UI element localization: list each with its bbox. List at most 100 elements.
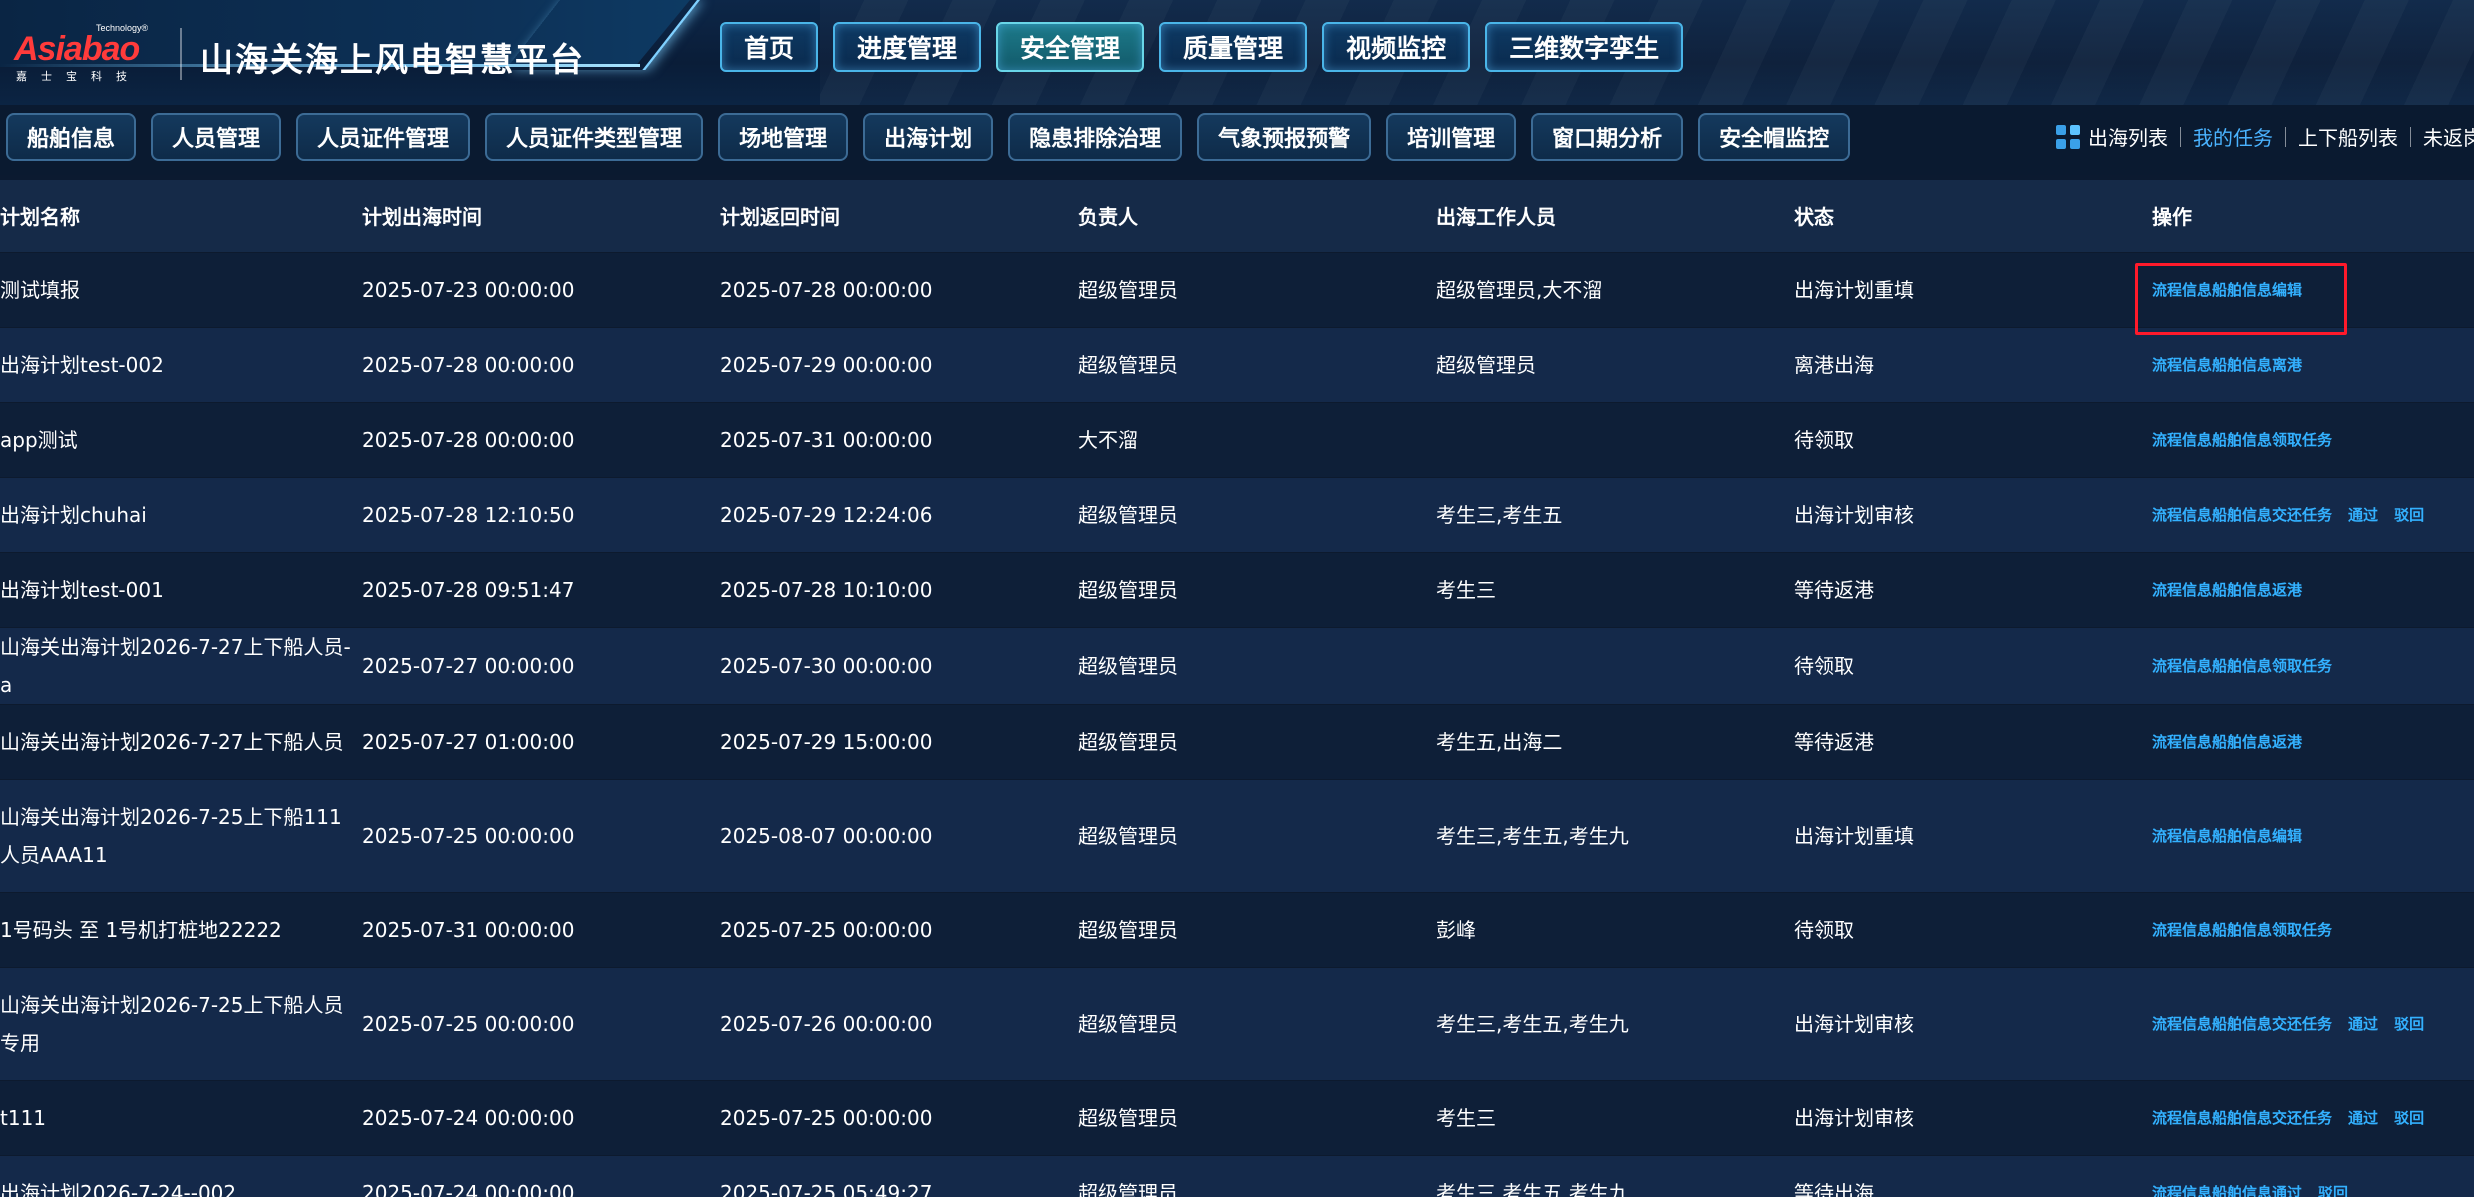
main-nav-home[interactable]: 首页 (720, 22, 819, 72)
cell-crew: 超级管理员,大不溜 (1436, 252, 1794, 327)
cell-plan-name-text: 出海计划chuhai (0, 502, 147, 527)
cell-return-time: 2025-08-07 00:00:00 (720, 779, 1078, 892)
action-link[interactable]: 船舶信息 (2212, 921, 2272, 939)
cell-actions: 流程信息船舶信息领取任务 (2152, 402, 2474, 477)
action-link[interactable]: 驳回 (2394, 1109, 2424, 1127)
sub-nav-certificate-types[interactable]: 人员证件类型管理 (485, 113, 704, 161)
sub-nav-certificates[interactable]: 人员证件管理 (296, 113, 471, 161)
sub-nav-helmet-monitor[interactable]: 安全帽监控 (1698, 113, 1851, 161)
cell-owner-text: 超级管理员 (1078, 1180, 1178, 1197)
cell-out-time-text: 2025-07-25 00:00:00 (362, 823, 575, 848)
action-link[interactable]: 编辑 (2272, 281, 2302, 299)
action-link[interactable]: 船舶信息 (2212, 657, 2272, 675)
link-boarding-list[interactable]: 上下船列表 (2286, 122, 2410, 151)
action-link[interactable]: 通过 (2348, 506, 2378, 524)
action-link[interactable]: 船舶信息 (2212, 827, 2272, 845)
link-my-tasks[interactable]: 我的任务 (2181, 122, 2285, 151)
action-link[interactable]: 领取任务 (2272, 431, 2332, 449)
cell-out-time: 2025-07-27 00:00:00 (362, 627, 720, 704)
action-link[interactable]: 交还任务 (2272, 1015, 2332, 1033)
action-link[interactable]: 流程信息 (2152, 581, 2212, 599)
sub-nav-weather[interactable]: 气象预报预警 (1197, 113, 1372, 161)
action-link[interactable]: 船舶信息 (2212, 1015, 2272, 1033)
action-link[interactable]: 船舶信息 (2212, 356, 2272, 374)
action-link[interactable]: 流程信息 (2152, 921, 2212, 939)
sub-nav-hazards[interactable]: 隐患排除治理 (1008, 113, 1183, 161)
grid-icon (2056, 124, 2080, 149)
cell-crew: 考生三,考生五 (1436, 477, 1794, 552)
action-link[interactable]: 领取任务 (2272, 921, 2332, 939)
table-row: 1号码头 至 1号机打桩地22222 2025-07-31 00:00:00 202… (0, 892, 2474, 967)
action-link[interactable]: 离港 (2272, 356, 2302, 374)
cell-return-time: 2025-07-25 00:00:00 (720, 1080, 1078, 1155)
cell-out-time: 2025-07-25 00:00:00 (362, 779, 720, 892)
sub-nav-sea-plans[interactable]: 出海计划 (863, 113, 994, 161)
cell-status-text: 离港出海 (1794, 352, 1874, 377)
main-nav-safety[interactable]: 安全管理 (996, 22, 1145, 72)
action-link[interactable]: 流程信息 (2152, 657, 2212, 675)
action-link[interactable]: 通过 (2348, 1015, 2378, 1033)
main-nav-progress[interactable]: 进度管理 (833, 22, 982, 72)
action-link[interactable]: 流程信息 (2152, 506, 2212, 524)
main-nav-quality[interactable]: 质量管理 (1159, 22, 1308, 72)
sub-nav-window-analysis[interactable]: 窗口期分析 (1531, 113, 1684, 161)
cell-crew (1436, 402, 1794, 477)
action-link[interactable]: 流程信息 (2152, 1109, 2212, 1127)
cell-return-time-text: 2025-07-25 05:49:27 (720, 1180, 933, 1197)
cell-return-time-text: 2025-08-07 00:00:00 (720, 823, 933, 848)
cell-crew-text: 超级管理员 (1436, 352, 1536, 377)
action-link[interactable]: 编辑 (2272, 827, 2302, 845)
action-link[interactable]: 返港 (2272, 733, 2302, 751)
main-nav-video[interactable]: 视频监控 (1322, 22, 1471, 72)
sea-plan-table-container: 计划名称 计划出海时间 计划返回时间 负责人 出海工作人员 状态 操作 测试填报… (0, 180, 2474, 1197)
action-link[interactable]: 驳回 (2318, 1184, 2348, 1197)
action-link[interactable]: 返港 (2272, 581, 2302, 599)
cell-status-text: 出海计划审核 (1794, 502, 1914, 527)
cell-actions: 流程信息船舶信息离港 (2152, 327, 2474, 402)
cell-plan-name: 1号码头 至 1号机打桩地22222 (0, 892, 362, 967)
action-link[interactable]: 流程信息 (2152, 827, 2212, 845)
cell-plan-name-text: 出海计划test-001 (0, 577, 164, 602)
cell-return-time: 2025-07-25 05:49:27 (720, 1155, 1078, 1197)
action-link[interactable]: 流程信息 (2152, 356, 2212, 374)
cell-return-time-text: 2025-07-29 15:00:00 (720, 729, 933, 754)
brand-divider (180, 28, 182, 80)
action-link[interactable]: 船舶信息 (2212, 1109, 2272, 1127)
action-link[interactable]: 驳回 (2394, 506, 2424, 524)
action-link[interactable]: 船舶信息 (2212, 1184, 2272, 1197)
cell-plan-name-text: 出海计划2026-7-24--002 (0, 1180, 237, 1197)
sub-nav-ship-info[interactable]: 船舶信息 (6, 113, 137, 161)
action-link[interactable]: 船舶信息 (2212, 733, 2272, 751)
main-nav-digital-twin[interactable]: 三维数字孪生 (1485, 22, 1684, 72)
action-link[interactable]: 领取任务 (2272, 657, 2332, 675)
action-link[interactable]: 流程信息 (2152, 431, 2212, 449)
action-link[interactable]: 流程信息 (2152, 281, 2212, 299)
action-link[interactable]: 通过 (2348, 1109, 2378, 1127)
cell-status-text: 等待出海 (1794, 1180, 1874, 1197)
action-link[interactable]: 驳回 (2394, 1015, 2424, 1033)
sub-nav-personnel[interactable]: 人员管理 (151, 113, 282, 161)
action-link[interactable]: 船舶信息 (2212, 506, 2272, 524)
cell-owner: 大不溜 (1078, 402, 1436, 477)
action-link[interactable]: 流程信息 (2152, 1015, 2212, 1033)
action-link[interactable]: 通过 (2272, 1184, 2302, 1197)
action-link[interactable]: 流程信息 (2152, 1184, 2212, 1197)
action-link[interactable]: 船舶信息 (2212, 581, 2272, 599)
cell-out-time: 2025-07-28 12:10:50 (362, 477, 720, 552)
sub-nav-training[interactable]: 培训管理 (1386, 113, 1517, 161)
cell-plan-name-text: 山海关出海计划2026-7-25上下船人员专用 (0, 992, 344, 1055)
cell-return-time-text: 2025-07-25 00:00:00 (720, 1105, 933, 1130)
sub-nav-sites[interactable]: 场地管理 (718, 113, 849, 161)
action-link[interactable]: 船舶信息 (2212, 431, 2272, 449)
action-link[interactable]: 交还任务 (2272, 506, 2332, 524)
action-link[interactable]: 流程信息 (2152, 733, 2212, 751)
cell-out-time-text: 2025-07-28 09:51:47 (362, 577, 575, 602)
table-header-row: 计划名称 计划出海时间 计划返回时间 负责人 出海工作人员 状态 操作 (0, 180, 2474, 252)
action-link[interactable]: 交还任务 (2272, 1109, 2332, 1127)
link-sea-list[interactable]: 出海列表 (2088, 122, 2180, 151)
link-unreturned[interactable]: 未返岗人 (2411, 122, 2474, 151)
cell-owner-text: 超级管理员 (1078, 502, 1178, 527)
cell-owner: 超级管理员 (1078, 704, 1436, 779)
action-link[interactable]: 船舶信息 (2212, 281, 2272, 299)
col-header-owner: 负责人 (1078, 205, 1138, 230)
